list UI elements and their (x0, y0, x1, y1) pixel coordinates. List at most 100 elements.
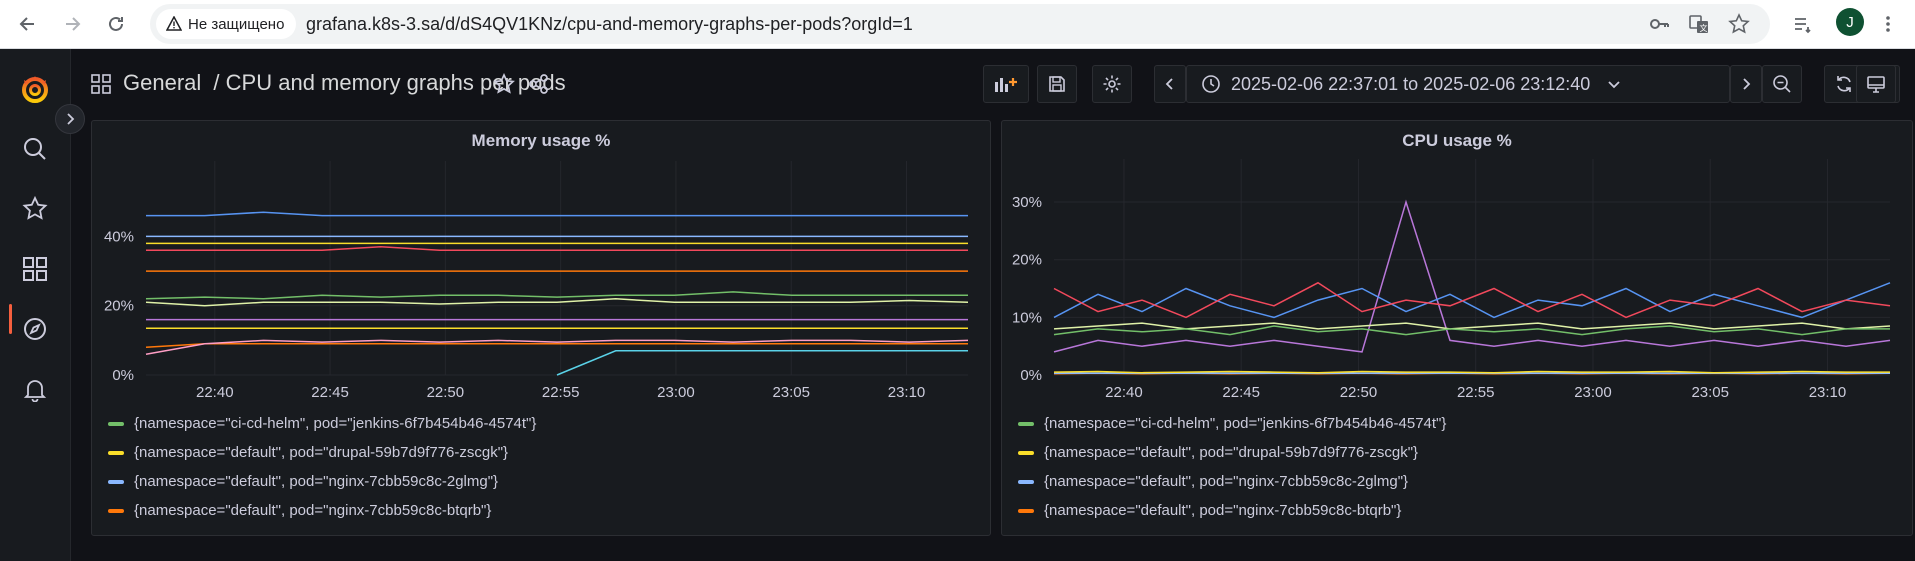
x-tick-label: 23:10 (1809, 384, 1847, 401)
legend-label: {namespace="default", pod="nginx-7cbb59c… (134, 502, 492, 519)
legend-item[interactable]: {namespace="default", pod="nginx-7cbb59c… (108, 467, 536, 496)
series-line (145, 291, 968, 300)
clock-icon (1202, 75, 1220, 93)
svg-text:文: 文 (1700, 23, 1708, 33)
breadcrumb-separator: / (213, 70, 220, 95)
y-tick-label: 30% (1012, 194, 1042, 211)
translate-icon[interactable]: 文 (1687, 12, 1711, 36)
x-tick-label: 22:55 (1457, 384, 1495, 401)
breadcrumb-folder[interactable]: General (123, 70, 201, 95)
memory-chart[interactable]: 22:40 22:45 22:50 22:55 23:00 23:05 23:10 0% 20%… (92, 121, 992, 411)
add-panel-button[interactable] (983, 65, 1029, 103)
star-dashboard-icon[interactable] (492, 72, 516, 96)
legend-item[interactable]: {namespace="default", pod="nginx-7cbb59c… (1018, 467, 1446, 496)
legend-item[interactable]: {namespace="default", pod="drupal-59b7d9… (1018, 438, 1446, 467)
legend-label: {namespace="default", pod="drupal-59b7d9… (134, 444, 509, 461)
legend-item[interactable]: {namespace="ci-cd-helm", pod="jenkins-6f… (1018, 409, 1446, 438)
legend-swatch (108, 421, 124, 426)
zoom-out-icon (1773, 75, 1791, 93)
series-line (1053, 281, 1891, 319)
chevron-right-icon (1743, 78, 1751, 90)
series-line (146, 211, 968, 217)
x-tick-label: 22:55 (542, 384, 580, 401)
series-line (1053, 282, 1891, 319)
share-icon[interactable] (527, 72, 551, 96)
back-button[interactable] (12, 8, 44, 40)
password-key-icon[interactable] (1647, 12, 1671, 36)
legend-swatch (108, 450, 124, 455)
reload-button[interactable] (100, 8, 132, 40)
forward-button[interactable] (56, 8, 88, 40)
time-shift-back-button[interactable] (1154, 65, 1186, 103)
grafana-logo-icon[interactable] (19, 73, 51, 105)
y-tick-label: 20% (104, 298, 134, 315)
legend-label: {namespace="default", pod="drupal-59b7d9… (1044, 444, 1419, 461)
series-line (145, 298, 969, 307)
gear-icon (1103, 75, 1121, 93)
security-label: Не защищено (188, 15, 285, 33)
settings-button[interactable] (1092, 65, 1132, 103)
y-tick-label: 0% (1020, 367, 1042, 384)
chevron-left-icon (1165, 78, 1173, 90)
dashboard-header: General / CPU and memory graphs per pods… (71, 49, 1915, 119)
bookmark-star-icon[interactable] (1727, 12, 1751, 36)
x-tick-label: 22:45 (1222, 384, 1260, 401)
reload-icon (109, 16, 123, 31)
x-tick-label: 22:45 (311, 384, 349, 401)
y-tick-label: 10% (1012, 309, 1042, 326)
refresh-icon (1837, 76, 1851, 92)
memory-legend: {namespace="ci-cd-helm", pod="jenkins-6f… (108, 409, 536, 525)
url-text[interactable]: grafana.k8s-3.sa/d/dS4QV1KNz/cpu-and-mem… (306, 14, 913, 35)
x-tick-label: 23:00 (1574, 384, 1612, 401)
browser-toolbar: Не защищено grafana.k8s-3.sa/d/dS4QV1KNz… (0, 0, 1915, 49)
warning-icon (166, 16, 182, 31)
legend-label: {namespace="default", pod="nginx-7cbb59c… (1044, 502, 1402, 519)
legend-item[interactable]: {namespace="default", pod="drupal-59b7d9… (108, 438, 536, 467)
address-bar[interactable]: Не защищено grafana.k8s-3.sa/d/dS4QV1KNz… (150, 4, 1770, 44)
memory-usage-panel[interactable]: Memory usage % 22:40 22:45 22:50 22:55 23:00… (91, 120, 991, 536)
zoom-out-button[interactable] (1762, 65, 1802, 103)
active-indicator (9, 304, 12, 334)
x-tick-label: 23:10 (888, 384, 926, 401)
menu-kebab-icon[interactable] (1872, 8, 1904, 40)
legend-swatch (108, 508, 124, 513)
cpu-legend: {namespace="ci-cd-helm", pod="jenkins-6f… (1018, 409, 1446, 525)
time-picker-button[interactable]: 2025-02-06 22:37:01 to 2025-02-06 23:12:… (1186, 65, 1730, 103)
time-shift-forward-button[interactable] (1730, 65, 1762, 103)
series-line (1053, 322, 1891, 330)
legend-item[interactable]: {namespace="default", pod="nginx-7cbb59c… (1018, 496, 1446, 525)
series-line (145, 339, 969, 355)
legend-swatch (1018, 479, 1034, 484)
cpu-chart[interactable]: 22:40 22:45 22:50 22:55 23:00 23:05 23:10 0% 10%… (1002, 121, 1914, 411)
starred-icon[interactable] (19, 193, 51, 225)
monitor-icon (1867, 76, 1885, 93)
legend-swatch (1018, 450, 1034, 455)
legend-swatch (1018, 508, 1034, 513)
dashboards-grid-icon (89, 72, 113, 96)
x-tick-label: 22:50 (1340, 384, 1378, 401)
alerting-bell-icon[interactable] (19, 373, 51, 405)
time-range-label: 2025-02-06 22:37:01 to 2025-02-06 23:12:… (1231, 73, 1591, 94)
avatar[interactable]: J (1836, 8, 1864, 36)
search-icon[interactable] (19, 133, 51, 165)
x-tick-label: 23:05 (772, 384, 810, 401)
tab-list-icon[interactable] (1786, 8, 1818, 40)
x-tick-label: 22:40 (1105, 384, 1143, 401)
legend-swatch (108, 479, 124, 484)
arrow-right-icon (66, 17, 81, 31)
dashboards-icon[interactable] (19, 253, 51, 285)
series-line (1053, 370, 1890, 374)
y-tick-label: 40% (104, 228, 134, 245)
series-line (146, 246, 968, 252)
legend-item[interactable]: {namespace="ci-cd-helm", pod="jenkins-6f… (108, 409, 536, 438)
cpu-usage-panel[interactable]: CPU usage % 22:40 22:45 22:50 22:55 23:00 23:… (1001, 120, 1913, 536)
legend-label: {namespace="default", pod="nginx-7cbb59c… (134, 473, 499, 490)
y-tick-label: 0% (112, 367, 134, 384)
add-panel-icon (995, 78, 1017, 92)
security-chip[interactable]: Не защищено (156, 9, 297, 39)
x-tick-label: 22:40 (196, 384, 234, 401)
save-dashboard-button[interactable] (1037, 65, 1077, 103)
explore-compass-icon[interactable] (19, 313, 51, 345)
tv-mode-button[interactable] (1856, 65, 1896, 103)
legend-item[interactable]: {namespace="default", pod="nginx-7cbb59c… (108, 496, 536, 525)
